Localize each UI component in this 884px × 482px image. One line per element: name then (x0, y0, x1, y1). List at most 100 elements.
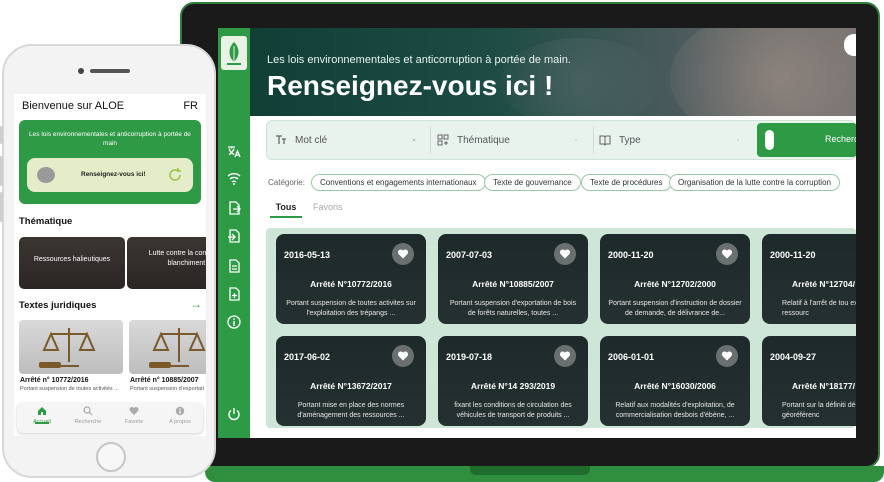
type-placeholder: Type (619, 134, 641, 146)
info-icon (175, 406, 185, 416)
legal-text-card[interactable]: 2017-06-02 Arrêté N°13672/2017 Portant m… (276, 336, 426, 426)
category-chip[interactable]: Organisation de la lutte contre la corru… (669, 174, 840, 191)
language-toggle[interactable]: FR (183, 100, 198, 112)
aloe-logo[interactable] (221, 36, 247, 70)
heart-icon (397, 249, 409, 259)
card-date: 2007-07-03 (446, 250, 493, 260)
card-number: Arrêté N°12702/2000 (634, 279, 716, 289)
legal-text-description: Portant suspension de toutes activités .… (20, 386, 119, 392)
phone-side-button (0, 126, 3, 144)
phone-camera (78, 68, 84, 74)
card-number: Arrêté N°10885/2007 (472, 279, 554, 289)
power-icon[interactable] (224, 404, 244, 424)
favorite-button[interactable] (554, 243, 576, 265)
favorite-button[interactable] (392, 345, 414, 367)
scales-of-justice-icon (149, 328, 206, 368)
heart-icon (721, 351, 733, 361)
mobile-banner: Les lois environnementales et anticorrup… (19, 120, 201, 204)
legal-text-card[interactable]: 2000-11-20 Arrêté N°12702/2000 Portant s… (600, 234, 750, 324)
translate-icon[interactable] (224, 142, 244, 162)
avatar (37, 167, 55, 183)
legal-text-number: Arrêté n° 10772/2016 (20, 377, 89, 384)
legal-text-card[interactable]: 2016-05-13 Arrêté N°10772/2016 Portant s… (276, 234, 426, 324)
card-description: Relatif aux modalités d'exploitation, de… (615, 402, 735, 419)
hero-corner-tab[interactable] (844, 34, 856, 56)
theme-placeholder: Thématique (457, 134, 510, 146)
heart-icon (559, 249, 571, 259)
favorite-button[interactable] (554, 345, 576, 367)
card-number: Arrêté N°14 293/2019 (470, 381, 556, 391)
nav-favorites-label: Favoris (124, 419, 144, 425)
document-import-icon[interactable] (224, 226, 244, 246)
card-date: 2004-09-27 (770, 352, 817, 362)
card-date: 2019-07-18 (446, 352, 493, 362)
tab-all[interactable]: Tous (270, 202, 302, 218)
card-date: 2006-01-01 (608, 352, 655, 362)
file-icon[interactable] (224, 256, 244, 276)
scales-of-justice-icon (39, 328, 96, 368)
keyword-input[interactable]: Mot clé (275, 121, 425, 159)
arrow-right-icon[interactable]: → (190, 297, 202, 311)
card-date: 2000-11-20 (770, 250, 816, 260)
text-format-icon (276, 135, 286, 144)
document-export-icon[interactable] (224, 198, 244, 218)
card-description: Portant suspension d'exportation de bois… (449, 300, 577, 317)
tab-favorites[interactable]: Favoris (313, 202, 343, 212)
bottom-navigation: Accueil Recherche Favoris A propos (17, 403, 203, 433)
category-chip[interactable]: Texte de procédures (581, 174, 672, 191)
category-chip[interactable]: Texte de gouvernance (484, 174, 581, 191)
card-description: Portant suspension d'instruction de doss… (608, 300, 742, 317)
renseignez-vous-label: Renseignez-vous ici! (81, 171, 146, 178)
card-date: 2016-05-13 (284, 250, 331, 260)
clear-keyword-button[interactable] (412, 121, 424, 159)
legal-text-description: Portant suspension d'exportati (130, 386, 204, 392)
divider (593, 127, 594, 153)
favorite-button[interactable] (716, 243, 738, 265)
file-add-icon[interactable] (224, 284, 244, 304)
phone-frame: Bienvenue sur ALOE FR Les lois environne… (0, 44, 216, 478)
nav-home[interactable]: Accueil (21, 406, 63, 425)
search-button[interactable]: Recherche (757, 123, 856, 157)
theme-card[interactable]: Lutte contre la corruption et le blanchi… (127, 237, 206, 289)
phone-side-button (0, 156, 3, 186)
nav-about[interactable]: A propos (159, 406, 201, 425)
hero-background-shape (670, 28, 856, 116)
card-date: 2000-11-20 (608, 250, 654, 260)
legal-text-card[interactable]: 2007-07-03 Arrêté N°10885/2007 Portant s… (438, 234, 588, 324)
card-description: Portant suspension de toutes activites s… (286, 300, 416, 317)
theme-card-label: Ressources halieutiques (33, 256, 111, 263)
legal-text-card[interactable]: 2019-07-18 Arrêté N°14 293/2019 fixant l… (438, 336, 588, 426)
favorite-button[interactable] (716, 345, 738, 367)
nav-search[interactable]: Recherche (67, 406, 109, 425)
wifi-icon[interactable] (224, 168, 244, 188)
legal-text-card[interactable]: 2000-11-20 Arrêté N°12704/ Relatif à l'a… (762, 234, 856, 324)
renseignez-vous-button[interactable]: Renseignez-vous ici! (27, 158, 193, 192)
divider (430, 127, 431, 153)
legal-text-image[interactable] (19, 320, 123, 374)
card-number: Arrêté N°18177/ (792, 381, 855, 391)
nav-favorites[interactable]: Favoris (113, 406, 155, 425)
info-icon[interactable] (224, 312, 244, 332)
theme-card-label: Lutte contre la corruption et le blanchi… (148, 250, 206, 267)
favorite-button[interactable] (392, 243, 414, 265)
search-button-label: Recherche (825, 134, 856, 144)
search-icon (83, 406, 93, 416)
book-icon (599, 135, 611, 146)
category-chip[interactable]: Conventions et engagements internationau… (311, 174, 486, 191)
legal-text-card[interactable]: 2006-01-01 Arrêté N°16030/2006 Relatif a… (600, 336, 750, 426)
category-label: Catégorie: (268, 178, 305, 187)
legal-text-card[interactable]: 2004-09-27 Arrêté N°18177/ Portant sur l… (762, 336, 856, 426)
phone-home-button[interactable] (96, 442, 126, 472)
category-icon (437, 134, 449, 146)
nav-active-indicator (35, 422, 49, 424)
theme-card[interactable]: Ressources halieutiques (19, 237, 125, 289)
type-select[interactable]: Type (599, 121, 749, 159)
legal-text-number: Arrêté n° 10885/2007 (130, 377, 199, 384)
card-description: Portant mise en place des normes d'aména… (297, 402, 405, 419)
card-number: Arrêté N°13672/2017 (310, 381, 392, 391)
mobile-title: Bienvenue sur ALOE (22, 100, 125, 112)
card-date: 2017-06-02 (284, 352, 331, 362)
theme-select[interactable]: Thématique (437, 121, 587, 159)
themes-heading: Thématique (19, 216, 73, 227)
legal-text-image[interactable] (129, 320, 206, 374)
